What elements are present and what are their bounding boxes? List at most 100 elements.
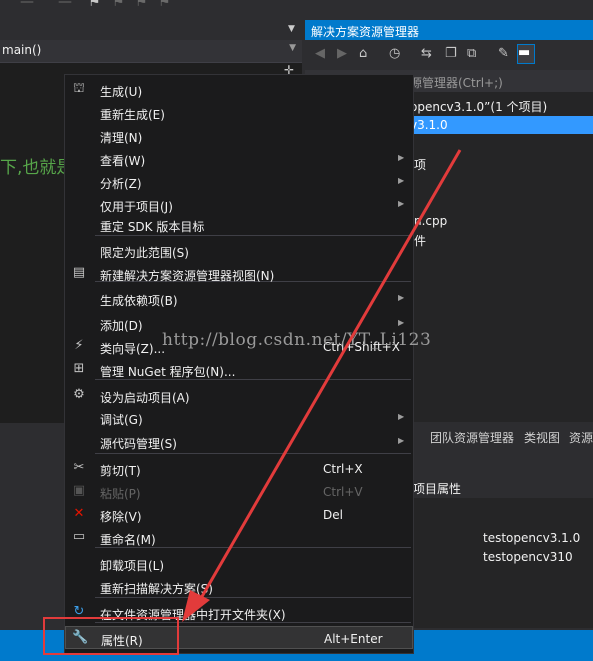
build-icon: ⛫ bbox=[73, 81, 85, 96]
tree-item-references[interactable]: 项 bbox=[414, 156, 426, 173]
watermark: http://blog.csdn.net/YT_Li123 bbox=[162, 330, 432, 350]
submenu-arrow-icon: ▶ bbox=[398, 318, 405, 327]
class-wizard-icon: ⚡ bbox=[74, 338, 84, 353]
submenu-arrow-icon: ▶ bbox=[398, 176, 405, 185]
panel-menu-icon[interactable]: ▼ bbox=[288, 24, 295, 34]
context-menu: ⛫ 生成(U) 重新生成(E) 清理(N) 查看(W) ▶ 分析(Z) ▶ 仅用于项目(J) ▶ 重… bbox=[64, 74, 414, 654]
toolbar-separator-icon: — bbox=[20, 0, 34, 10]
properties-header-text: 项目属性 bbox=[413, 482, 462, 496]
menu-item-shortcut: Alt+Enter bbox=[324, 632, 383, 646]
menu-item-label: 源代码管理(S) bbox=[100, 437, 177, 451]
back-icon[interactable]: ◀ bbox=[315, 46, 325, 61]
bookmark-prev-icon[interactable]: ⚑ bbox=[112, 0, 125, 10]
function-selector-value: main() bbox=[2, 43, 42, 57]
property-value[interactable]: testopencv3.1.0 bbox=[483, 531, 580, 545]
menu-item[interactable]: 重新扫描解决方案(S) bbox=[65, 575, 413, 598]
menu-item[interactable]: ✕ 移除(V) Del bbox=[65, 503, 413, 526]
submenu-arrow-icon: ▶ bbox=[398, 153, 405, 162]
property-value[interactable]: testopencv310 bbox=[483, 550, 573, 564]
menu-item[interactable]: 重定 SDK 版本目标 bbox=[65, 213, 413, 236]
nuget-icon: ⊞ bbox=[73, 361, 85, 376]
menu-item-label: 分析(Z) bbox=[100, 177, 142, 191]
menu-item[interactable]: ⛫ 生成(U) bbox=[65, 78, 413, 101]
sync-icon[interactable]: ⇆ bbox=[421, 46, 432, 61]
menu-item-label: 生成(U) bbox=[100, 85, 143, 99]
menu-item[interactable]: ✂ 剪切(T) Ctrl+X bbox=[65, 457, 413, 480]
gear-icon: ⚙ bbox=[73, 387, 85, 402]
menu-item-label: 重新生成(E) bbox=[100, 108, 165, 122]
properties-icon[interactable]: ✎ bbox=[498, 46, 509, 61]
menu-item-shortcut: Ctrl+V bbox=[323, 485, 363, 499]
menu-item-label: 移除(V) bbox=[100, 510, 142, 524]
collapse-icon[interactable]: ❐ bbox=[445, 46, 457, 61]
remove-icon: ✕ bbox=[73, 506, 85, 521]
preview-icon[interactable]: ▬ bbox=[517, 44, 535, 64]
solution-explorer-toolbar: ◀ ▶ ⌂ ◷ ⇆ ❐ ⧉ ✎ ▬ bbox=[305, 40, 593, 70]
tree-item-solution[interactable]: opencv3.1.0”(1 个项目) bbox=[410, 98, 547, 115]
menu-item-label: 类向导(Z)... bbox=[100, 342, 166, 356]
solution-explorer-title: 解决方案资源管理器 bbox=[305, 20, 593, 40]
show-all-icon[interactable]: ⧉ bbox=[467, 46, 476, 61]
tab-team-explorer[interactable]: 团队资源管理器 bbox=[430, 429, 514, 446]
menu-item[interactable]: 分析(Z) ▶ bbox=[65, 170, 413, 193]
menu-item[interactable]: ▤ 新建解决方案资源管理器视图(N) bbox=[65, 262, 413, 285]
menu-item-label: 新建解决方案资源管理器视图(N) bbox=[100, 269, 275, 283]
menu-item[interactable]: 生成依赖项(B) ▶ bbox=[65, 287, 413, 310]
submenu-arrow-icon: ▶ bbox=[398, 293, 405, 302]
search-placeholder: 源管理器(Ctrl+;) bbox=[410, 76, 503, 90]
menu-item-label: 添加(D) bbox=[100, 319, 143, 333]
bookmark-folder-icon[interactable]: ⚑ bbox=[158, 0, 171, 10]
submenu-arrow-icon: ▶ bbox=[398, 436, 405, 445]
menu-item-label: 重新扫描解决方案(S) bbox=[100, 582, 213, 596]
menu-item-shortcut: Del bbox=[323, 508, 343, 522]
new-view-icon: ▤ bbox=[72, 265, 86, 280]
menu-item[interactable]: 限定为此范围(S) bbox=[65, 239, 413, 262]
menu-item-label: 粘贴(P) bbox=[100, 487, 141, 501]
home-icon[interactable]: ⌂ bbox=[359, 46, 367, 61]
tree-item-cpp[interactable]: n.cpp bbox=[414, 214, 447, 228]
menu-item[interactable]: ⊞ 管理 NuGet 程序包(N)... bbox=[65, 358, 413, 381]
menu-item[interactable]: ⚙ 设为启动项目(A) bbox=[65, 384, 413, 407]
menu-item-label: 调试(G) bbox=[100, 413, 143, 427]
forward-icon[interactable]: ▶ bbox=[337, 46, 347, 61]
menu-item[interactable]: 查看(W) ▶ bbox=[65, 147, 413, 170]
menu-item[interactable]: 源代码管理(S) ▶ bbox=[65, 430, 413, 453]
solution-explorer-title-text: 解决方案资源管理器 bbox=[311, 25, 420, 39]
menu-item[interactable]: 重新生成(E) bbox=[65, 101, 413, 124]
toolbar-separator-icon: — bbox=[58, 0, 72, 10]
menu-item-label: 剪切(T) bbox=[100, 464, 141, 478]
menu-item-label: 重定 SDK 版本目标 bbox=[100, 220, 205, 234]
chevron-down-icon: ▼ bbox=[289, 43, 296, 53]
menu-item-label: 查看(W) bbox=[100, 154, 146, 168]
tree-item-project: v3.1.0 bbox=[410, 118, 448, 132]
menu-item-label: 清理(N) bbox=[100, 131, 143, 145]
menu-item-label: 设为启动项目(A) bbox=[100, 391, 190, 405]
menu-item[interactable]: 卸载项目(L) bbox=[65, 552, 413, 575]
submenu-arrow-icon: ▶ bbox=[398, 412, 405, 421]
panel-tabs: 团队资源管理器 类视图 资源 bbox=[418, 424, 593, 448]
bookmark-next-icon[interactable]: ⚑ bbox=[135, 0, 148, 10]
ide-toolbar: — — ⚑ ⚑ ⚑ ⚑ bbox=[0, 0, 593, 22]
tree-item-files[interactable]: 件 bbox=[414, 232, 426, 249]
submenu-arrow-icon: ▶ bbox=[398, 199, 405, 208]
annotation-highlight-box bbox=[43, 617, 179, 655]
menu-item[interactable]: 清理(N) bbox=[65, 124, 413, 147]
scissors-icon: ✂ bbox=[73, 460, 85, 475]
menu-item[interactable]: 调试(G) ▶ bbox=[65, 406, 413, 429]
bookmark-icon[interactable]: ⚑ bbox=[88, 0, 101, 10]
tab-resources[interactable]: 资源 bbox=[569, 429, 593, 446]
menu-item-label: 管理 NuGet 程序包(N)... bbox=[100, 365, 236, 379]
menu-item-label: 重命名(M) bbox=[100, 533, 156, 547]
menu-item[interactable]: ▭ 重命名(M) bbox=[65, 526, 413, 549]
left-panel bbox=[0, 448, 64, 628]
history-icon[interactable]: ◷ bbox=[389, 46, 400, 61]
menu-item-label: 卸载项目(L) bbox=[100, 559, 165, 573]
menu-separator bbox=[95, 453, 411, 454]
menu-item-shortcut: Ctrl+X bbox=[323, 462, 363, 476]
code-comment: 下,也就是 bbox=[0, 158, 74, 178]
function-selector[interactable]: main() ▼ bbox=[0, 40, 302, 63]
menu-item: ▣ 粘贴(P) Ctrl+V bbox=[65, 480, 413, 503]
menu-item-label: 限定为此范围(S) bbox=[100, 246, 189, 260]
tab-class-view[interactable]: 类视图 bbox=[524, 429, 560, 446]
menu-item-label: 生成依赖项(B) bbox=[100, 294, 178, 308]
